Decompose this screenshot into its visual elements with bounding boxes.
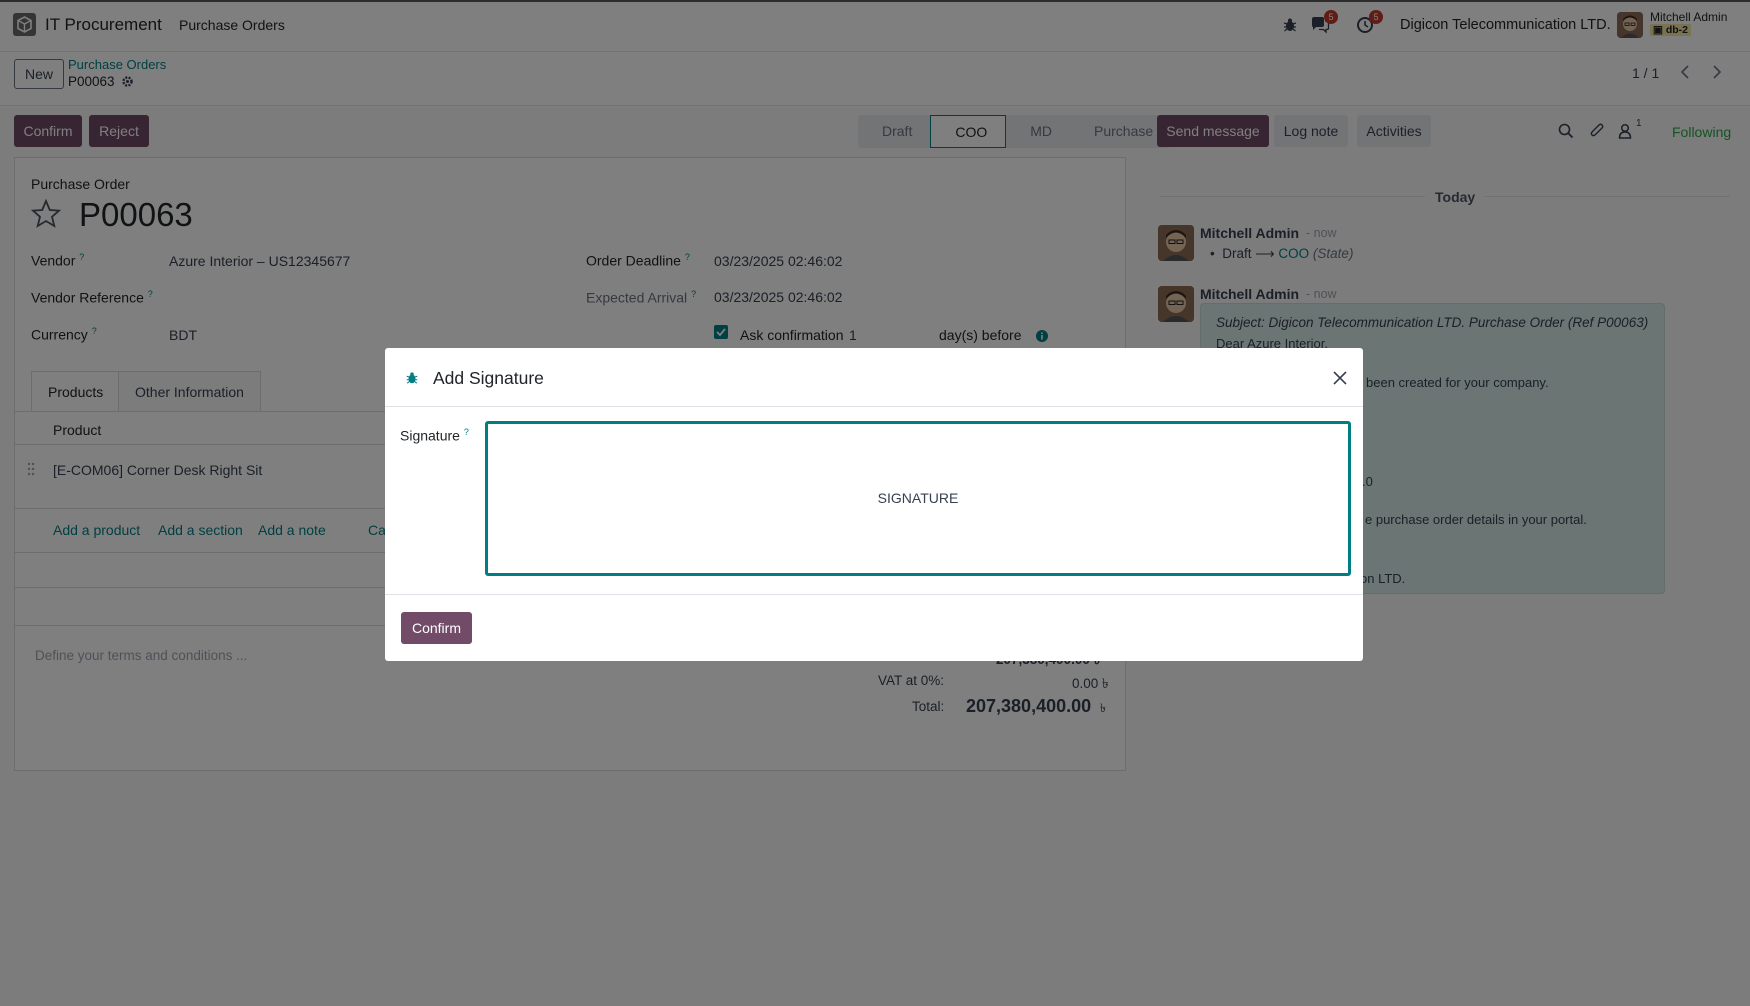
dialog-title: Add Signature bbox=[433, 368, 544, 388]
dialog-confirm-button[interactable]: Confirm bbox=[401, 612, 472, 644]
debug-bug-icon-modal bbox=[405, 371, 419, 385]
signature-label-text: Signature bbox=[400, 427, 460, 444]
dialog-footer-divider bbox=[385, 594, 1363, 595]
close-icon[interactable] bbox=[1332, 370, 1348, 386]
signature-label: Signature ? bbox=[400, 427, 469, 444]
signature-pad[interactable]: SIGNATURE bbox=[485, 421, 1351, 576]
dialog-header-divider bbox=[385, 406, 1363, 407]
signature-placeholder: SIGNATURE bbox=[877, 490, 959, 506]
add-signature-dialog: Add Signature Signature ? SIGNATURE Conf… bbox=[385, 348, 1363, 661]
signature-help-mark[interactable]: ? bbox=[464, 427, 469, 437]
